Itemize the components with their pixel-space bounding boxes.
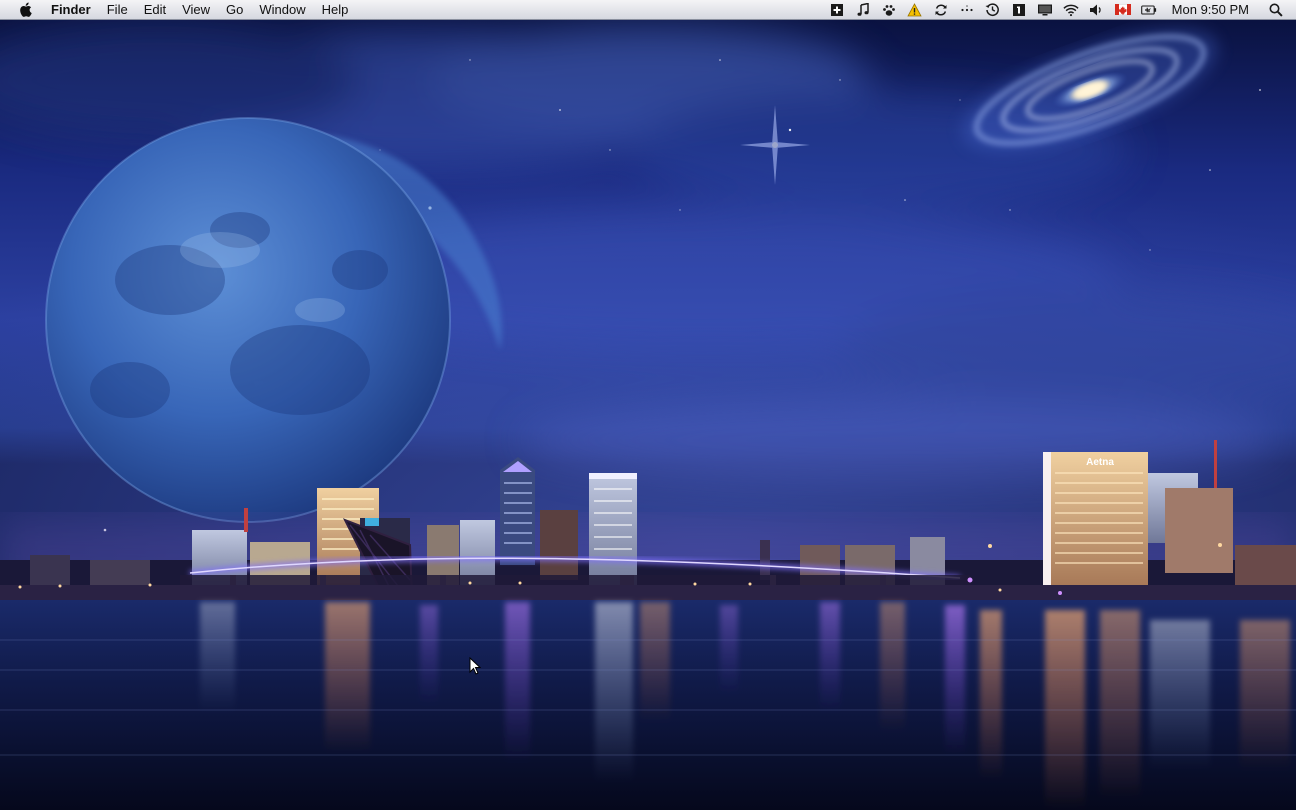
menu-view[interactable]: View xyxy=(174,0,218,20)
apple-logo-icon[interactable] xyxy=(17,2,33,18)
billboard-text: Aetna xyxy=(1086,457,1114,468)
music-note-icon[interactable] xyxy=(855,2,871,18)
mouse-pointer-icon xyxy=(469,657,481,675)
battery-icon[interactable] xyxy=(1140,2,1157,18)
wifi-icon[interactable] xyxy=(1063,2,1079,18)
menu-bar: Finder File Edit View Go Window Help Mon… xyxy=(0,0,1296,20)
menu-file[interactable]: File xyxy=(99,0,136,20)
desktop[interactable]: Finder File Edit View Go Window Help Mon… xyxy=(0,0,1296,810)
menu-window[interactable]: Window xyxy=(251,0,313,20)
spotlight-search-icon[interactable] xyxy=(1268,2,1284,18)
dots-icon[interactable] xyxy=(959,2,975,18)
menu-go[interactable]: Go xyxy=(218,0,251,20)
sync-icon[interactable] xyxy=(933,2,949,18)
plus-box-icon[interactable] xyxy=(829,2,845,18)
display-icon[interactable] xyxy=(1037,2,1053,18)
desktop-wallpaper: Aetna xyxy=(0,20,1296,810)
time-machine-icon[interactable] xyxy=(985,2,1001,18)
menu-edit[interactable]: Edit xyxy=(136,0,174,20)
canada-flag-icon[interactable] xyxy=(1114,2,1131,18)
paw-icon[interactable] xyxy=(881,2,897,18)
menu-bar-clock[interactable]: Mon 9:50 PM xyxy=(1172,0,1249,20)
menu-finder[interactable]: Finder xyxy=(47,0,99,20)
volume-icon[interactable] xyxy=(1089,2,1105,18)
spaces-icon[interactable] xyxy=(1011,2,1027,18)
status-menu-area: Mon 9:50 PM xyxy=(824,0,1296,20)
menu-help[interactable]: Help xyxy=(314,0,357,20)
warning-icon[interactable] xyxy=(907,2,923,18)
